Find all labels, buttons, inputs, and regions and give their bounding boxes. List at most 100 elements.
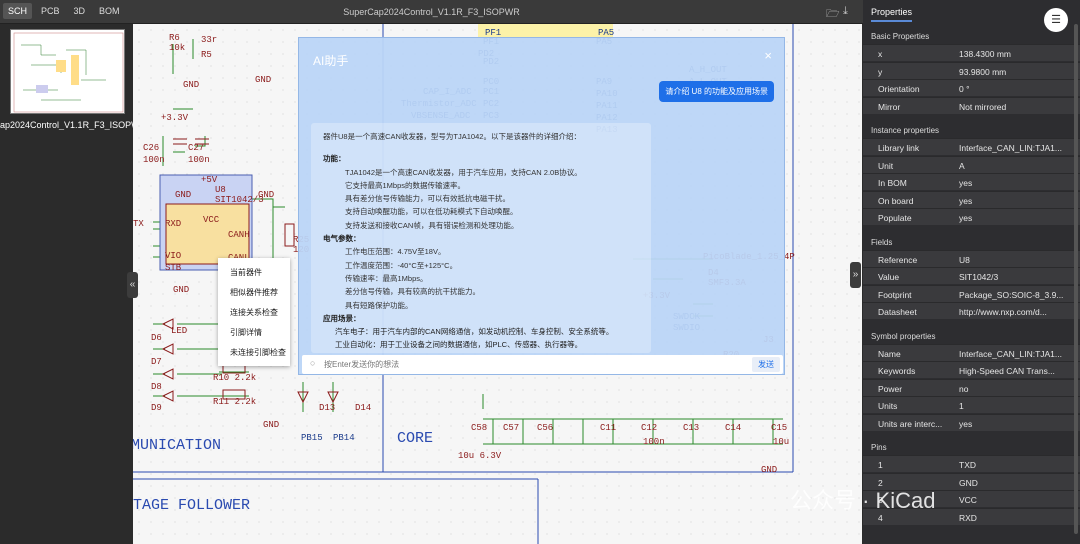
schematic-label: 100n	[143, 155, 165, 165]
property-key: 1	[878, 460, 883, 470]
property-value: Interface_CAN_LIN:TJA1...	[959, 143, 1062, 153]
property-value: RXD	[959, 512, 977, 523]
property-value: High-Speed CAN Trans...	[959, 366, 1055, 376]
top-toolbar: SCH PCB 3D BOM SuperCap2024Control_V1.1R_F3…	[0, 0, 863, 24]
answer-list-item: 汽车电子：用于汽车内部的CAN网络通信，如发动机控制、车身控制、安全系统等。	[335, 327, 614, 337]
schematic-label: GND	[263, 420, 279, 430]
search-icon: ○	[310, 358, 316, 368]
property-key: On board	[878, 195, 914, 206]
property-key: Power	[878, 383, 903, 394]
property-row[interactable]: Reference U8	[863, 249, 1080, 267]
schematic-label: D9	[151, 403, 162, 413]
schematic-label: R11 2.2k	[213, 397, 256, 407]
ai-input-bar: ○ 发送	[302, 355, 783, 374]
property-key: y	[878, 66, 883, 77]
property-row[interactable]: x 138.4300 mm	[863, 44, 1080, 61]
schematic-label: R6	[169, 33, 180, 43]
download-icon[interactable]: ⤓	[843, 5, 848, 18]
tab-properties[interactable]: Properties	[871, 7, 913, 22]
property-section-title: Pins	[871, 443, 887, 452]
context-menu-item[interactable]: 引脚详情	[218, 323, 290, 343]
property-row[interactable]: 2 GND	[863, 472, 1080, 490]
property-key: Datasheet	[878, 307, 917, 317]
context-menu-item[interactable]: 连接关系检查	[218, 303, 290, 323]
ai-answer-intro: 器件U8是一个高速CAN收发器，型号为TJA1042。以下是该器件的详细介绍：	[323, 132, 581, 141]
tab-bom[interactable]: BOM	[94, 3, 125, 19]
property-value: U8	[959, 254, 970, 265]
send-button[interactable]: 发送	[752, 357, 780, 372]
schematic-label: C56	[537, 423, 553, 433]
property-value: Interface_CAN_LIN:TJA1...	[959, 348, 1062, 359]
property-row[interactable]: Units 1	[863, 396, 1080, 413]
property-key: Name	[878, 348, 901, 359]
property-row[interactable]: 1 TXD	[863, 455, 1080, 472]
ai-assistant-panel: AI助手 × 请介绍 U8 的功能及应用场景 器件U8是一个高速CAN收发器，型…	[298, 37, 785, 375]
property-row[interactable]: Datasheet http://www.nxp.com/d...	[863, 302, 1080, 319]
sheet-thumbnail[interactable]	[10, 29, 125, 114]
property-row[interactable]: Keywords High-Speed CAN Trans...	[863, 361, 1080, 378]
schematic-label: +3.3V	[161, 113, 189, 123]
tab-pcb[interactable]: PCB	[36, 3, 65, 19]
chat-icon[interactable]: ☰	[1044, 8, 1068, 32]
property-key: Mirror	[878, 101, 901, 112]
answer-list-item: 传输速率：最高1Mbps。	[345, 273, 428, 283]
scrollbar[interactable]	[1074, 24, 1078, 534]
context-menu-item[interactable]: 未连接引脚检查	[218, 343, 290, 363]
property-row[interactable]: Library link Interface_CAN_LIN:TJA1...	[863, 138, 1080, 155]
answer-list-item: 差分信号传输，具有较高的抗干扰能力。	[345, 287, 480, 297]
schematic-label: VIO	[165, 251, 181, 261]
property-row[interactable]: Populate yes	[863, 208, 1080, 225]
schematic-label: C26	[143, 143, 159, 153]
context-menu: 当前器件 相似器件推荐 连接关系检查 引脚详情 未连接引脚检查	[218, 258, 290, 366]
folder-icon[interactable]: 🗁	[826, 5, 840, 24]
schematic-label: 100n	[643, 437, 665, 447]
context-menu-item[interactable]: 相似器件推荐	[218, 283, 290, 303]
property-row[interactable]: On board yes	[863, 190, 1080, 208]
property-row[interactable]: 4 RXD	[863, 507, 1080, 525]
schematic-label: C13	[683, 423, 699, 433]
property-row[interactable]: 3 VCC	[863, 490, 1080, 507]
property-row[interactable]: Unit A	[863, 155, 1080, 173]
property-value: yes	[959, 195, 973, 206]
schematic-label: C14	[725, 423, 741, 433]
answer-list-item: TJA1042是一个高速CAN收发器，用于汽车应用，支持CAN 2.0B协议。	[345, 167, 582, 177]
schematic-label: 100n	[188, 155, 210, 165]
schematic-label: 10k	[169, 43, 185, 53]
property-key: Value	[878, 272, 900, 282]
schematic-label: 10u 6.3V	[458, 451, 502, 461]
property-row[interactable]: Orientation 0 °	[863, 79, 1080, 96]
schematic-label: C27	[188, 143, 204, 153]
property-row[interactable]: Value SIT1042/3	[863, 267, 1080, 284]
schematic-label: GND	[255, 75, 271, 85]
property-row[interactable]: Mirror Not mirrored	[863, 96, 1080, 114]
tab-3d[interactable]: 3D	[69, 3, 91, 19]
schematic-label: C12	[641, 423, 657, 433]
schematic-label: PB14	[333, 433, 355, 443]
collapse-left-panel-button[interactable]: «	[127, 272, 138, 298]
svg-text:TAGE FOLLOWER: TAGE FOLLOWER	[133, 497, 250, 514]
tab-sch[interactable]: SCH	[3, 3, 33, 19]
sheet-label[interactable]: ap2024Control_V1.1R_F3_ISOPWR.k	[0, 120, 133, 130]
schematic-label: D7	[151, 357, 162, 367]
property-row[interactable]: y 93.9800 mm	[863, 61, 1080, 79]
schematic-label: PB15	[301, 433, 323, 443]
property-value: 0 °	[959, 84, 970, 94]
ai-message-input[interactable]	[324, 358, 724, 371]
answer-section-heading: 功能：	[323, 154, 346, 164]
schematic-label: 33r	[201, 35, 217, 45]
property-value: yes	[959, 213, 973, 223]
context-menu-item[interactable]: 当前器件	[218, 263, 290, 283]
collapse-right-panel-button[interactable]: »	[850, 262, 861, 288]
property-key: Orientation	[878, 84, 920, 94]
schematic-label: GND	[183, 80, 199, 90]
property-row[interactable]: In BOM yes	[863, 173, 1080, 190]
close-icon[interactable]: ×	[764, 48, 772, 63]
property-key: Footprint	[878, 289, 912, 300]
user-question-bubble: 请介绍 U8 的功能及应用场景	[659, 81, 774, 102]
property-row[interactable]: Name Interface_CAN_LIN:TJA1...	[863, 343, 1080, 361]
schematic-label: GND	[175, 190, 191, 200]
property-row[interactable]: Power no	[863, 378, 1080, 396]
property-row[interactable]: Footprint Package_SO:SOIC-8_3.9...	[863, 284, 1080, 302]
property-section-title: Fields	[871, 237, 893, 247]
property-row[interactable]: Units are interc... yes	[863, 413, 1080, 431]
